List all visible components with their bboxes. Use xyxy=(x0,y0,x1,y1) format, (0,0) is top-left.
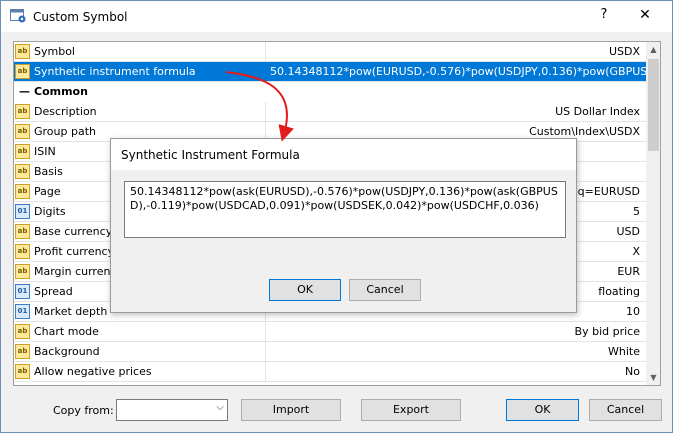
text-property-icon: ab xyxy=(15,264,30,279)
text-property-icon: ab xyxy=(15,224,30,239)
property-value[interactable]: 50.14348112*pow(EURUSD,-0.576)*pow(USDJP… xyxy=(266,62,646,82)
collapse-icon[interactable]: — xyxy=(19,82,30,101)
popup-title-bar: Synthetic Instrument Formula xyxy=(111,139,576,170)
vertical-scrollbar[interactable]: ▲ ▼ xyxy=(646,42,660,385)
settings-icon xyxy=(10,9,26,23)
text-property-icon: ab xyxy=(15,144,30,159)
scroll-down-icon[interactable]: ▼ xyxy=(646,370,660,385)
cancel-button[interactable]: Cancel xyxy=(589,399,662,421)
text-property-icon: ab xyxy=(15,164,30,179)
ok-button[interactable]: OK xyxy=(506,399,579,421)
property-name: Spread xyxy=(34,285,73,298)
export-button[interactable]: Export xyxy=(361,399,461,421)
property-name: Background xyxy=(34,345,100,358)
property-name: Group path xyxy=(34,125,96,138)
text-property-icon: ab xyxy=(15,244,30,259)
text-property-icon: ab xyxy=(15,364,30,379)
property-name: Digits xyxy=(34,205,66,218)
number-property-icon: 01 xyxy=(15,284,30,299)
import-button[interactable]: Import xyxy=(241,399,341,421)
property-name: ISIN xyxy=(34,145,56,158)
formula-popup: Synthetic Instrument Formula 50.14348112… xyxy=(110,138,577,313)
close-button[interactable]: ✕ xyxy=(635,7,655,27)
text-property-icon: ab xyxy=(15,184,30,199)
property-value[interactable]: White xyxy=(266,342,646,362)
property-name: Market depth xyxy=(34,305,108,318)
property-value[interactable]: By bid price xyxy=(266,322,646,342)
property-row-selected[interactable]: ab Synthetic instrument formula 50.143481… xyxy=(14,62,646,82)
property-row[interactable]: ab Background White xyxy=(14,342,646,362)
scroll-up-icon[interactable]: ▲ xyxy=(646,42,660,57)
text-property-icon: ab xyxy=(15,124,30,139)
text-property-icon: ab xyxy=(15,324,30,339)
property-value[interactable]: US Dollar Index xyxy=(266,102,646,122)
property-row[interactable]: ab Allow negative prices No xyxy=(14,362,646,382)
text-property-icon: ab xyxy=(15,44,30,59)
group-label: Common xyxy=(34,85,88,98)
window-title: Custom Symbol xyxy=(33,10,128,24)
number-property-icon: 01 xyxy=(15,204,30,219)
text-property-icon: ab xyxy=(15,344,30,359)
property-row[interactable]: ab Description US Dollar Index xyxy=(14,102,646,122)
property-row[interactable]: ab Symbol USDX xyxy=(14,42,646,62)
text-property-icon: ab xyxy=(15,104,30,119)
property-name: Basis xyxy=(34,165,63,178)
scroll-thumb[interactable] xyxy=(648,59,659,151)
property-name: Page xyxy=(34,185,61,198)
formula-textbox[interactable]: 50.14348112*pow(ask(EURUSD),-0.576)*pow(… xyxy=(124,181,566,238)
copy-from-combobox[interactable]: ⌵ xyxy=(116,399,228,421)
property-value[interactable]: No xyxy=(266,362,646,382)
property-name: Synthetic instrument formula xyxy=(34,65,196,78)
copy-from-label: Copy from: xyxy=(53,404,114,417)
property-name: Symbol xyxy=(34,45,75,58)
property-name: Profit currency xyxy=(34,245,115,258)
property-name: Description xyxy=(34,105,97,118)
popup-ok-button[interactable]: OK xyxy=(269,279,341,301)
number-property-icon: 01 xyxy=(15,304,30,319)
title-bar: Custom Symbol ? ✕ xyxy=(1,1,672,32)
property-name: Base currency xyxy=(34,225,113,238)
chevron-down-icon[interactable]: ⌵ xyxy=(216,402,224,413)
popup-title: Synthetic Instrument Formula xyxy=(121,148,300,162)
property-row[interactable]: ab Chart mode By bid price xyxy=(14,322,646,342)
property-name: Chart mode xyxy=(34,325,99,338)
property-name: Allow negative prices xyxy=(34,365,152,378)
group-header-common[interactable]: — Common xyxy=(14,82,646,102)
popup-cancel-button[interactable]: Cancel xyxy=(349,279,421,301)
property-value[interactable]: USDX xyxy=(266,42,646,62)
text-property-icon: ab xyxy=(15,64,30,79)
help-button[interactable]: ? xyxy=(594,7,614,27)
